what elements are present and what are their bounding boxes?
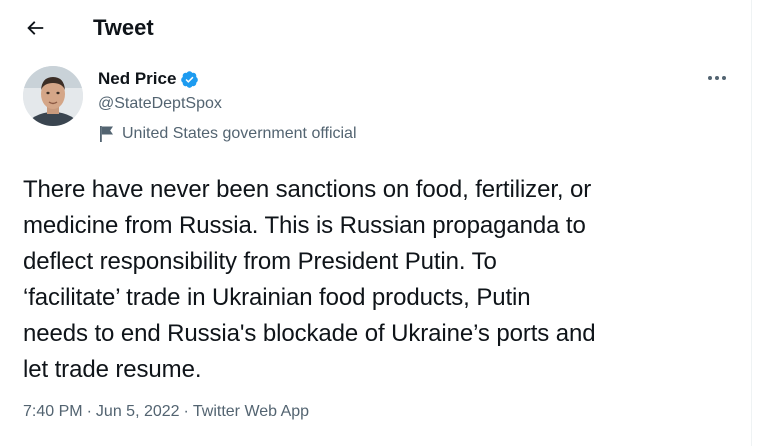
tweet-date[interactable]: Jun 5, 2022 bbox=[96, 402, 180, 422]
government-label[interactable]: United States government official bbox=[99, 124, 357, 144]
flag-icon bbox=[99, 125, 115, 143]
meta-separator: · bbox=[183, 403, 189, 420]
meta-separator: · bbox=[86, 403, 92, 420]
page-header: Tweet bbox=[0, 0, 752, 56]
tweet-time[interactable]: 7:40 PM bbox=[23, 402, 83, 422]
avatar-image bbox=[23, 66, 83, 126]
tweet-detail-panel: Tweet Ned Price @StateDeptSpox United St… bbox=[0, 0, 752, 446]
arrow-left-icon bbox=[27, 21, 44, 35]
tweet-metadata: 7:40 PM · Jun 5, 2022 · Twitter Web App bbox=[23, 402, 309, 422]
avatar[interactable] bbox=[23, 66, 83, 126]
author-name-row[interactable]: Ned Price bbox=[98, 68, 199, 90]
government-label-text: United States government official bbox=[122, 125, 357, 142]
verified-badge-icon bbox=[180, 70, 199, 89]
author-name[interactable]: Ned Price bbox=[98, 68, 176, 90]
back-button[interactable] bbox=[20, 13, 50, 43]
page-title: Tweet bbox=[93, 15, 154, 40]
tweet-source[interactable]: Twitter Web App bbox=[193, 402, 309, 422]
more-options-button[interactable] bbox=[700, 65, 734, 91]
more-horizontal-icon bbox=[708, 76, 726, 80]
author-handle[interactable]: @StateDeptSpox bbox=[98, 93, 222, 114]
tweet-text: There have never been sanctions on food,… bbox=[23, 176, 596, 383]
